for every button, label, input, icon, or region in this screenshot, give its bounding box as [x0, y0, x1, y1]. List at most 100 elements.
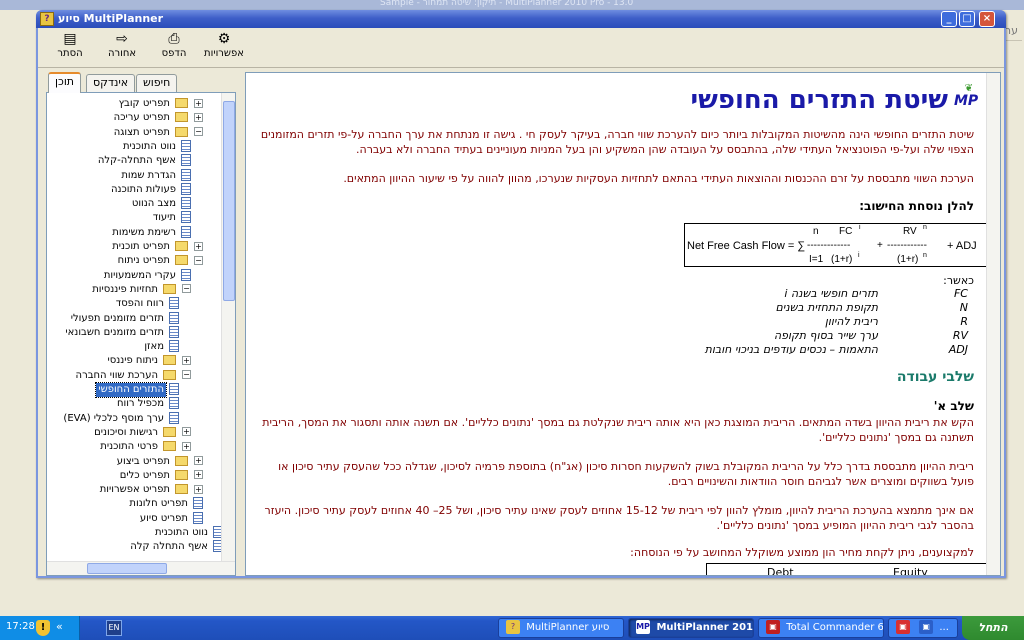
tree-horizontal-scrollbar[interactable]	[47, 561, 235, 575]
tree-item[interactable]: נווט התוכנית	[153, 526, 223, 540]
tree-item[interactable]: מכפיל רווח	[115, 397, 179, 411]
page-icon	[181, 197, 191, 210]
minimize-button[interactable]: _	[941, 11, 957, 27]
tree-item[interactable]: אשף התחלה-קלה	[96, 154, 191, 168]
tree-item-label: תפריט כלים	[119, 469, 170, 481]
tree-vertical-scrollbar[interactable]	[221, 93, 235, 561]
tree-item[interactable]: אשף התחלה קלה	[128, 540, 223, 554]
collapse-icon[interactable]: −	[182, 370, 191, 380]
tree-item[interactable]: − תפריט תצוגה	[112, 126, 203, 140]
expand-icon[interactable]: +	[194, 484, 203, 494]
tree-item-label: נווט התוכנית	[154, 527, 208, 538]
start-button[interactable]: התחל	[962, 616, 1024, 640]
expand-icon[interactable]: +	[194, 98, 203, 108]
tray-expand-icon[interactable]: «	[56, 620, 63, 633]
taskbar-button-multiplanner[interactable]: MP MultiPlanner 2010 Pr...	[628, 618, 754, 638]
tree-item[interactable]: נווט התוכנית	[121, 139, 191, 154]
tree-item[interactable]: מצב הנווט	[130, 197, 191, 211]
expand-icon[interactable]: +	[194, 456, 203, 465]
formula-n: n	[813, 226, 819, 237]
tree-item[interactable]: רווח והפסד	[114, 297, 179, 311]
collapse-icon[interactable]: −	[182, 284, 191, 294]
tree-item[interactable]: תזרים מזומנים תפעולי	[69, 311, 179, 326]
expand-icon[interactable]: +	[182, 355, 191, 365]
expand-icon[interactable]: +	[194, 112, 203, 122]
legend-description: תקופת התחזית בשנים	[775, 301, 878, 314]
tree-item[interactable]: − תפריט ניתוח	[116, 254, 203, 268]
tab-index[interactable]: אינדקס	[86, 74, 136, 92]
expand-icon[interactable]: +	[194, 241, 203, 251]
folder-icon	[163, 283, 176, 294]
legend-row: ADJ התאמות – נכסים עודפים בניכוי חובות	[246, 343, 986, 357]
contents-tree-box: + תפריט קובץ + תפריט עריכה − תפריט תצוגה נווט …	[46, 92, 236, 576]
print-button[interactable]: ⎙ הדפס	[154, 31, 194, 65]
options-button[interactable]: ⚙ אפשרויות	[200, 31, 248, 65]
expand-icon[interactable]: +	[194, 470, 203, 480]
tree-item-label: תפריט סיוע	[139, 512, 188, 524]
security-shield-icon[interactable]: !	[36, 620, 50, 636]
tree-item-label: רגישות וסיכונים	[94, 426, 158, 438]
folder-icon	[163, 369, 176, 380]
expand-icon[interactable]: +	[182, 441, 191, 451]
scroll-thumb[interactable]	[223, 101, 235, 301]
tree-item[interactable]: רשימת משימות	[110, 225, 191, 240]
scroll-thumb[interactable]	[87, 563, 167, 574]
page-icon	[169, 383, 179, 395]
folder-icon	[175, 469, 188, 480]
background-bottom	[0, 578, 1024, 618]
tab-search[interactable]: חיפוש	[136, 74, 178, 92]
taskbar-button-label: MultiPlanner סיוע	[526, 622, 610, 633]
tree-item[interactable]: + ניתוח פיננסי	[106, 354, 191, 368]
tree-item[interactable]: + תפריט קובץ	[117, 97, 203, 111]
tree-item[interactable]: + פרטי התוכנית	[98, 440, 191, 454]
tree-item[interactable]: הגדרת שמות	[119, 168, 191, 183]
tree-item[interactable]: עקרי המשמעויות	[102, 268, 191, 283]
tree-item-label: תזרים מזומנים חשבונאי	[65, 326, 164, 338]
formula-dashes-1: -------------	[807, 240, 851, 251]
topic-document: ❦ MP שיטת התזרים החופשי שיטת התזרים החופ…	[246, 73, 994, 575]
tree-item[interactable]: פעולות התוכנה	[109, 182, 191, 197]
formula-fc-sup: i	[859, 224, 861, 231]
page-icon	[181, 168, 191, 181]
content-vertical-scrollbar[interactable]	[986, 73, 1000, 575]
collapse-icon[interactable]: −	[194, 127, 203, 137]
expand-icon[interactable]: +	[182, 427, 191, 437]
legend-row: FC תזרים חופשי בשנה i	[246, 287, 986, 301]
tree-item-label: פרטי התוכנית	[100, 441, 158, 453]
nav-tabs: תוכן אינדקס חיפוש	[44, 72, 234, 93]
tree-item[interactable]: − הערכת שווי החברה	[74, 369, 191, 383]
tree-item[interactable]: התזרים החופשי	[95, 382, 179, 398]
back-button[interactable]: ⇨ אחורה	[98, 31, 146, 65]
tree-item-label: התזרים החופשי	[95, 382, 167, 398]
page-icon	[181, 139, 191, 152]
maximize-button[interactable]: □	[959, 11, 975, 27]
tree-item[interactable]: + תפריט אפשרויות	[98, 483, 203, 497]
intro-paragraph: שיטת התזרים החופשי הינה מהשיטות המקובלות…	[260, 128, 974, 156]
multiplanner-icon: MP	[636, 620, 650, 634]
help-window-titlebar[interactable]: ? MultiPlanner סיוע _ □ ×	[36, 10, 1006, 28]
tree-item[interactable]: תיעוד	[151, 211, 191, 225]
help-window-title: MultiPlanner סיוע	[58, 12, 164, 25]
collapse-icon[interactable]: −	[194, 255, 203, 265]
legend-symbol: R	[960, 315, 968, 328]
tree-item[interactable]: ערך מוסף כלכלי (EVA)	[61, 411, 179, 426]
tree-item[interactable]: תפריט סיוע	[138, 511, 203, 526]
formula-rv-sup: n	[923, 224, 927, 231]
taskbar-button-total-commander[interactable]: ▣ Total Commander 6.53 - ...	[758, 618, 884, 638]
language-indicator[interactable]: EN	[106, 620, 122, 636]
tree-item[interactable]: + תפריט כלים	[118, 469, 203, 483]
tree-item[interactable]: + תפריט עריכה	[112, 111, 203, 125]
tree-item[interactable]: + תפריט ביצוע	[115, 455, 203, 469]
tree-item[interactable]: מאזן	[142, 340, 179, 354]
close-button[interactable]: ×	[979, 11, 995, 27]
tab-contents[interactable]: תוכן	[48, 72, 82, 93]
tree-item[interactable]: + תפריט תוכנית	[110, 240, 203, 254]
tree-item[interactable]: + רגישות וסיכונים	[92, 426, 191, 440]
tree-item[interactable]: תפריט חלונות	[127, 497, 203, 511]
formula-box: n FC i RV n Net Free Cash Flow = ∑ -----…	[684, 223, 992, 267]
taskbar-button-other[interactable]: ▣ ▣ ...	[888, 618, 958, 638]
tree-item[interactable]: תזרים מזומנים חשבונאי	[63, 325, 179, 340]
tree-item[interactable]: − תחזיות פיננסיות	[90, 283, 191, 297]
hide-button[interactable]: ▤ הסתר	[52, 31, 88, 65]
taskbar-button-help[interactable]: ? MultiPlanner סיוע	[498, 618, 624, 638]
